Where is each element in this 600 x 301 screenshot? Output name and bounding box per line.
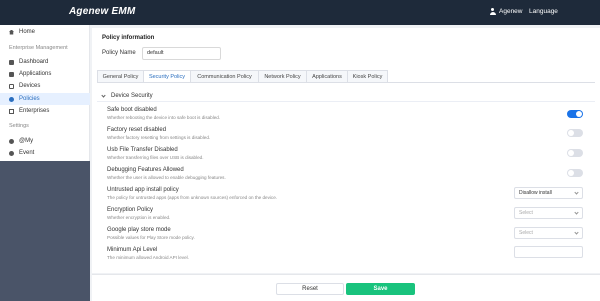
home-icon bbox=[9, 29, 14, 35]
chevron-down-icon bbox=[574, 190, 579, 195]
language-menu[interactable]: Language bbox=[529, 8, 558, 15]
sidebar-item-policies[interactable]: Policies bbox=[0, 93, 90, 105]
tabs-divider bbox=[97, 82, 595, 83]
select-value: Disallow install bbox=[519, 190, 552, 196]
debugging-toggle[interactable] bbox=[567, 169, 583, 177]
chevron-down-icon bbox=[574, 210, 579, 215]
encryption-policy-select[interactable]: Select bbox=[514, 207, 583, 219]
top-bar: Agenew EMM Agenew Language bbox=[0, 0, 600, 25]
section-title: Device Security bbox=[111, 93, 153, 99]
user-menu[interactable]: Agenew bbox=[489, 8, 523, 15]
sidebar-item-label: Devices bbox=[19, 83, 41, 89]
safe-boot-toggle[interactable] bbox=[567, 110, 583, 118]
reset-button[interactable]: Reset bbox=[276, 283, 344, 295]
sidebar-item-devices[interactable]: Devices bbox=[0, 80, 90, 92]
usb-file-transfer-toggle[interactable] bbox=[567, 149, 583, 157]
policies-icon bbox=[9, 96, 14, 102]
setting-description: Possible values for Play Store mode poli… bbox=[107, 235, 195, 240]
chevron-down-icon bbox=[101, 92, 106, 98]
setting-title: Usb File Transfer Disabled bbox=[107, 147, 178, 153]
setting-title: Encryption Policy bbox=[107, 207, 154, 213]
sidebar-item-home[interactable]: Home bbox=[0, 26, 90, 38]
select-placeholder: Select bbox=[519, 230, 533, 236]
untrusted-app-install-select[interactable]: Disallow install bbox=[514, 187, 583, 199]
sidebar-section-settings: Settings bbox=[9, 123, 29, 129]
form-footer: Reset Save bbox=[92, 274, 600, 301]
device-security-header[interactable]: Device Security bbox=[101, 92, 153, 99]
applications-icon bbox=[9, 71, 14, 77]
sidebar-item-enterprises[interactable]: Enterprises bbox=[0, 105, 90, 117]
devices-icon bbox=[9, 83, 14, 89]
setting-description: The minimum allowed Android API level. bbox=[107, 255, 189, 260]
setting-title: Factory reset disabled bbox=[107, 127, 167, 133]
setting-description: Whether transferring files over USB is d… bbox=[107, 155, 204, 160]
sidebar-item-label: Event bbox=[19, 150, 35, 156]
chevron-down-icon bbox=[574, 230, 579, 235]
sidebar-item-label: Enterprises bbox=[19, 108, 50, 114]
select-placeholder: Select bbox=[519, 210, 533, 216]
user-name: Agenew bbox=[499, 8, 523, 15]
setting-description: Whether encryption is enabled. bbox=[107, 215, 171, 220]
sidebar-item-dashboard[interactable]: Dashboard bbox=[0, 56, 90, 68]
setting-title: Google play store mode bbox=[107, 227, 171, 233]
sidebar-menu: Home Enterprise Management Dashboard App… bbox=[0, 25, 90, 161]
setting-title: Safe boot disabled bbox=[107, 107, 157, 113]
play-store-mode-select[interactable]: Select bbox=[514, 227, 583, 239]
sidebar: Home Enterprise Management Dashboard App… bbox=[0, 25, 90, 301]
enterprises-icon bbox=[9, 108, 14, 114]
sidebar-item-label: @My bbox=[19, 138, 34, 144]
event-icon bbox=[9, 150, 14, 156]
panel-title: Policy information bbox=[102, 35, 155, 41]
setting-title: Minimum Api Level bbox=[107, 247, 158, 253]
policy-name-label: Policy Name bbox=[102, 50, 136, 56]
setting-description: Whether rebooting the device into safe b… bbox=[107, 115, 221, 120]
policy-name-input[interactable]: default bbox=[142, 47, 221, 60]
brand-logo[interactable]: Agenew EMM bbox=[69, 6, 135, 17]
sidebar-item-event[interactable]: Event bbox=[0, 147, 90, 159]
sidebar-item-applications[interactable]: Applications bbox=[0, 68, 90, 80]
factory-reset-toggle[interactable] bbox=[567, 129, 583, 137]
setting-title: Debugging Features Allowed bbox=[107, 167, 184, 173]
sidebar-item-label: Policies bbox=[19, 96, 40, 102]
setting-description: Whether the user is allowed to enable de… bbox=[107, 175, 226, 180]
user-icon bbox=[9, 138, 14, 144]
sidebar-section-enterprise: Enterprise Management bbox=[9, 45, 68, 51]
setting-description: Whether factory resetting from settings … bbox=[107, 135, 211, 140]
user-icon bbox=[489, 8, 496, 15]
setting-description: The policy for untrusted apps (apps from… bbox=[107, 195, 278, 200]
policy-panel: Policy information Policy Name default G… bbox=[92, 28, 600, 273]
sidebar-item-label: Dashboard bbox=[19, 59, 49, 65]
save-button[interactable]: Save bbox=[346, 283, 415, 295]
section-divider bbox=[97, 101, 595, 102]
sidebar-item-label: Home bbox=[19, 29, 36, 35]
min-api-level-input[interactable] bbox=[514, 246, 583, 258]
sidebar-item-label: Applications bbox=[19, 71, 52, 77]
sidebar-item-me[interactable]: @My bbox=[0, 135, 90, 147]
dashboard-icon bbox=[9, 59, 14, 65]
setting-title: Untrusted app install policy bbox=[107, 187, 179, 193]
